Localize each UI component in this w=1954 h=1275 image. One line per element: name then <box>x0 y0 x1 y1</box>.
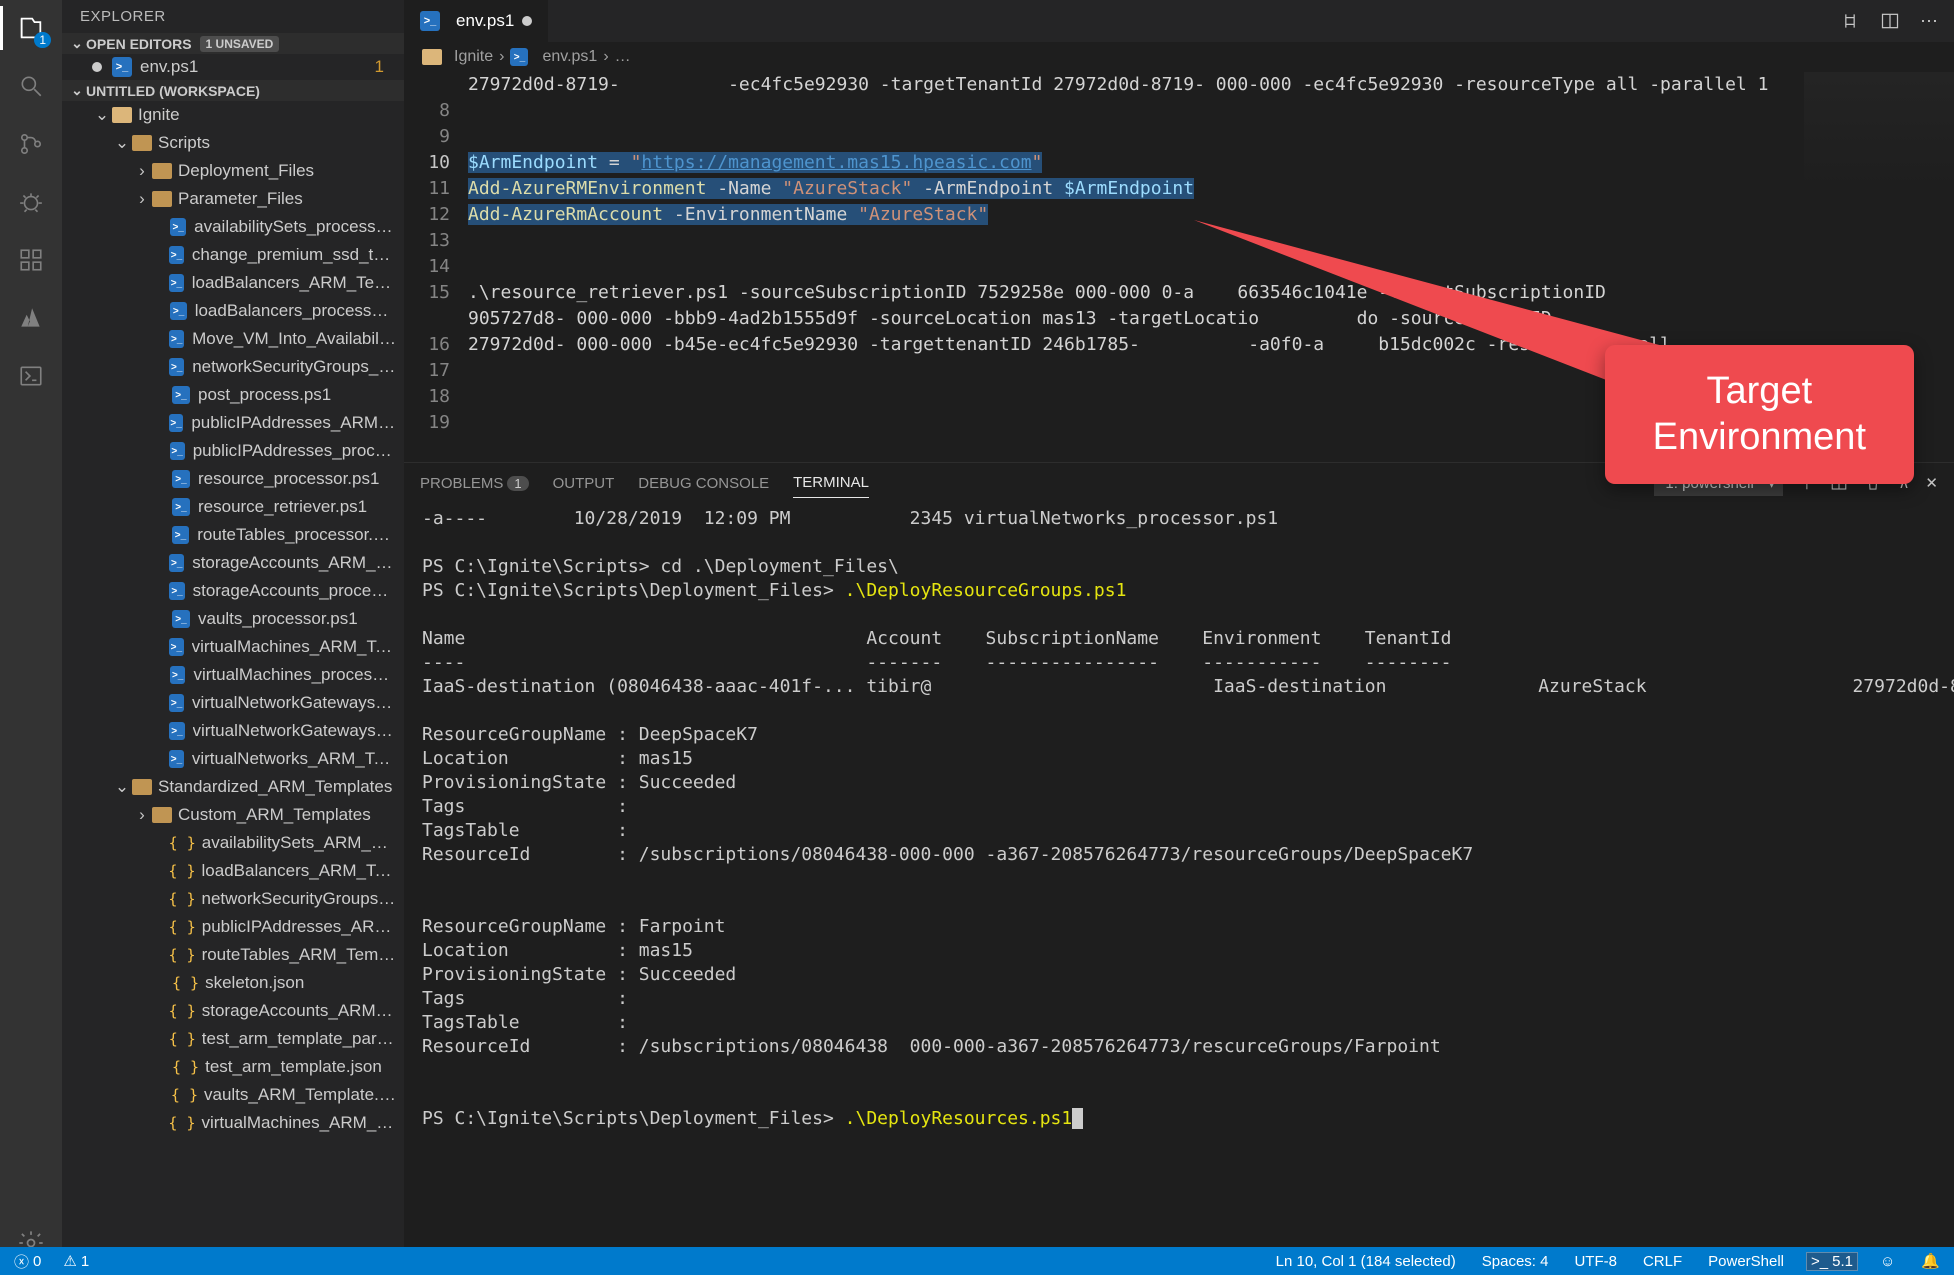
status-encoding[interactable]: UTF-8 <box>1570 1253 1621 1270</box>
file-item[interactable]: >_virtualNetworkGateways_ARM… <box>62 689 404 717</box>
file-item[interactable]: { }test_arm_template_parameter… <box>62 1025 404 1053</box>
compare-changes-icon[interactable] <box>1840 11 1860 31</box>
terminal-content[interactable]: -a---- 10/28/2019 12:09 PM 2345 virtualN… <box>404 503 1954 1275</box>
file-item[interactable]: >_virtualMachines_ARM_Templat… <box>62 633 404 661</box>
file-item[interactable]: { }loadBalancers_ARM_Template… <box>62 857 404 885</box>
folder-item[interactable]: ⌄Scripts <box>62 129 404 157</box>
file-item[interactable]: >_virtualNetworks_ARM_Templat… <box>62 745 404 773</box>
file-item[interactable]: { }routeTables_ARM_Template.json <box>62 941 404 969</box>
explorer-icon[interactable]: 1 <box>13 10 49 46</box>
file-item[interactable]: >_availabilitySets_processor.ps1 <box>62 213 404 241</box>
file-item[interactable]: { }test_arm_template.json <box>62 1053 404 1081</box>
folder-item[interactable]: ›Deployment_Files <box>62 157 404 185</box>
file-item[interactable]: >_virtualMachines_processor.ps1 <box>62 661 404 689</box>
modified-dot-icon <box>522 16 532 26</box>
tab-bar: >_ env.ps1 ⋯ <box>404 0 1954 42</box>
tab-output[interactable]: OUTPUT <box>553 469 615 498</box>
modified-dot-icon <box>92 62 102 72</box>
activity-bar: 1 <box>0 0 62 1275</box>
split-editor-icon[interactable] <box>1880 11 1900 31</box>
tab-problems[interactable]: PROBLEMS1 <box>420 469 529 498</box>
explorer-badge: 1 <box>34 32 51 48</box>
file-item[interactable]: >_resource_processor.ps1 <box>62 465 404 493</box>
status-cursor-position[interactable]: Ln 10, Col 1 (184 selected) <box>1272 1253 1460 1270</box>
folder-item[interactable]: ⌄Standardized_ARM_Templates <box>62 773 404 801</box>
debug-icon[interactable] <box>13 184 49 220</box>
file-item[interactable]: { }virtualMachines_ARM_Templat… <box>62 1109 404 1137</box>
source-control-icon[interactable] <box>13 126 49 162</box>
file-item[interactable]: >_loadBalancers_ARM_Template… <box>62 269 404 297</box>
file-item[interactable]: { }skeleton.json <box>62 969 404 997</box>
file-item[interactable]: { }vaults_ARM_Template.json <box>62 1081 404 1109</box>
open-editor-item[interactable]: >_ env.ps1 1 <box>62 54 404 80</box>
folder-icon <box>422 49 442 65</box>
file-item[interactable]: { }storageAccounts_ARM_Templ… <box>62 997 404 1025</box>
file-item[interactable]: >_storageAccounts_ARM_Templ… <box>62 549 404 577</box>
open-editors-header[interactable]: ⌄OPEN EDITORS 1 UNSAVED <box>62 33 404 54</box>
file-item[interactable]: >_change_premium_ssd_to_stan… <box>62 241 404 269</box>
unsaved-badge: 1 UNSAVED <box>200 36 280 52</box>
file-item[interactable]: >_routeTables_processor.ps1 <box>62 521 404 549</box>
status-powershell-version[interactable]: >_ 5.1 <box>1806 1252 1858 1271</box>
powershell-file-icon: >_ <box>420 11 440 31</box>
file-item[interactable]: >_networkSecurityGroups_proce… <box>62 353 404 381</box>
file-item[interactable]: >_publicIPAddresses_processor… <box>62 437 404 465</box>
extensions-icon[interactable] <box>13 242 49 278</box>
minimap[interactable] <box>1804 72 1954 192</box>
file-item[interactable]: >_storageAccounts_processor.ps1 <box>62 577 404 605</box>
explorer-sidebar: EXPLORER ⌄OPEN EDITORS 1 UNSAVED >_ env.… <box>62 0 404 1275</box>
tab-terminal[interactable]: TERMINAL <box>793 468 869 498</box>
problem-count: 1 <box>375 57 394 77</box>
file-tree: ⌄Ignite⌄Scripts›Deployment_Files›Paramet… <box>62 101 404 1247</box>
status-warnings[interactable]: ⚠ 1 <box>59 1252 93 1270</box>
powershell-file-icon: >_ <box>112 57 132 77</box>
search-icon[interactable] <box>13 68 49 104</box>
azure-icon[interactable] <box>13 300 49 336</box>
breadcrumb[interactable]: Ignite › >_ env.ps1 › … <box>404 42 1954 72</box>
powershell-file-icon: >_ <box>510 48 528 66</box>
editor-group: >_ env.ps1 ⋯ Ignite › >_ env.ps1 › … 891… <box>404 0 1954 1275</box>
file-item[interactable]: { }publicIPAddresses_ARM_Tem… <box>62 913 404 941</box>
status-bar: ⓧ 0 ⚠ 1 Ln 10, Col 1 (184 selected) Spac… <box>0 1247 1954 1275</box>
file-item[interactable]: >_loadBalancers_processor.ps1 <box>62 297 404 325</box>
status-errors[interactable]: ⓧ 0 <box>10 1251 45 1272</box>
file-item[interactable]: { }networkSecurityGroups_ARM_… <box>62 885 404 913</box>
status-language[interactable]: PowerShell <box>1704 1253 1788 1270</box>
feedback-icon[interactable]: ☺ <box>1876 1253 1899 1270</box>
file-item[interactable]: >_Move_VM_Into_AvailabilitySet… <box>62 325 404 353</box>
folder-item[interactable]: ›Parameter_Files <box>62 185 404 213</box>
annotation-callout: Target Environment <box>1605 345 1914 484</box>
powershell-side-icon[interactable] <box>13 358 49 394</box>
file-item[interactable]: >_resource_retriever.ps1 <box>62 493 404 521</box>
folder-item[interactable]: ›Custom_ARM_Templates <box>62 801 404 829</box>
status-indent[interactable]: Spaces: 4 <box>1478 1253 1553 1270</box>
folder-item[interactable]: ⌄Ignite <box>62 101 404 129</box>
file-item[interactable]: { }availabilitySets_ARM_Templat… <box>62 829 404 857</box>
file-item[interactable]: >_vaults_processor.ps1 <box>62 605 404 633</box>
bottom-panel: PROBLEMS1 OUTPUT DEBUG CONSOLE TERMINAL … <box>404 462 1954 1275</box>
line-gutter: 89101112131415 16171819 <box>404 72 468 462</box>
file-item[interactable]: >_publicIPAddresses_ARM_Temp… <box>62 409 404 437</box>
status-eol[interactable]: CRLF <box>1639 1253 1686 1270</box>
tab-debug-console[interactable]: DEBUG CONSOLE <box>638 469 769 498</box>
sidebar-title: EXPLORER <box>62 0 404 33</box>
tab-env-ps1[interactable]: >_ env.ps1 <box>404 0 549 42</box>
more-actions-icon[interactable]: ⋯ <box>1920 11 1938 32</box>
file-item[interactable]: >_virtualNetworkGateways_proc… <box>62 717 404 745</box>
notifications-icon[interactable]: 🔔 <box>1917 1252 1944 1270</box>
workspace-header[interactable]: ⌄UNTITLED (WORKSPACE) <box>62 80 404 101</box>
close-panel-icon[interactable]: ✕ <box>1925 474 1938 492</box>
file-item[interactable]: >_post_process.ps1 <box>62 381 404 409</box>
